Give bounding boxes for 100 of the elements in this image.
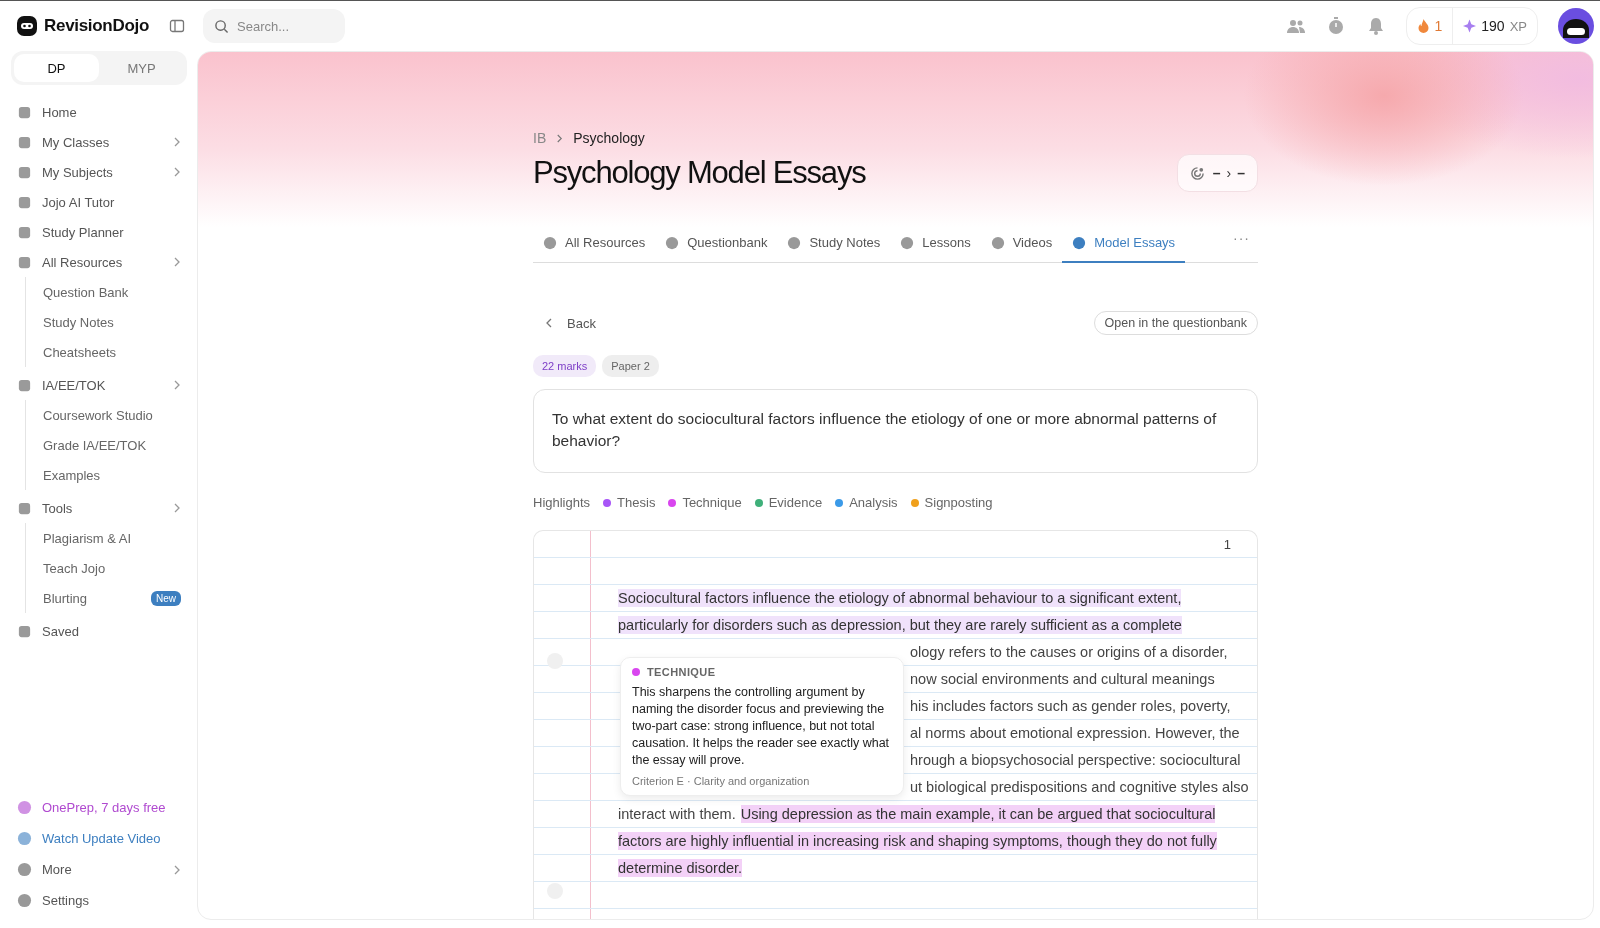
nav-icon (17, 104, 32, 120)
breadcrumb-current: Psychology (573, 130, 645, 146)
nav-subitem[interactable]: Blurting New (43, 583, 187, 613)
essay-text: now social environments and cultural meanings (910, 670, 1215, 688)
tab[interactable]: All Resources (533, 224, 656, 263)
footer-item[interactable]: Settings (14, 885, 187, 916)
brand-name[interactable]: RevisionDojo (44, 16, 150, 36)
xp-counter[interactable]: 190 XP (1453, 18, 1537, 34)
page-title: Psychology Model Essays (533, 155, 866, 191)
nav-item[interactable]: Study Planner (14, 217, 187, 247)
footer-icon (17, 800, 32, 815)
essay-text: factors are highly influential in increasing risk and shaping symptoms, though they do not fully (618, 832, 1217, 850)
tab[interactable]: Model Essays (1062, 224, 1186, 263)
footer-icon (17, 831, 32, 846)
nav-icon (17, 377, 32, 393)
binder-hole (547, 883, 563, 899)
nav-icon (17, 623, 32, 639)
binder-hole (547, 653, 563, 669)
essay-text: Sociocultural factors influence the etiology of abnormal behaviour to a significant extent, (618, 589, 1182, 607)
level-tab[interactable]: MYP (99, 54, 184, 82)
essay-text: Using depression as the main example, it can be argued that sociocultural (740, 805, 1216, 823)
nav-icon (17, 164, 32, 180)
footer-item[interactable]: OnePrep, 7 days free (14, 792, 187, 823)
nav-item[interactable]: IA/EE/TOK (14, 370, 187, 400)
level-tab[interactable]: DP (14, 54, 99, 82)
nav-item[interactable]: All Resources (14, 247, 187, 277)
sparkle-icon (1463, 19, 1477, 33)
new-badge: New (151, 590, 181, 606)
nav-icon (17, 134, 32, 150)
question-text: To what extent do sociocultural factors influence the etiology of one or more abnormal patterns of behavior? (533, 389, 1258, 473)
nav-subitem[interactable]: Question Bank (43, 277, 187, 307)
chevron-icon (173, 167, 181, 177)
essay-text: ology refers to the causes or origins of a disorder, (910, 643, 1228, 661)
tab[interactable]: Study Notes (777, 224, 891, 263)
nav-subitem[interactable]: Coursework Studio (43, 400, 187, 430)
nav-icon (17, 224, 32, 240)
tab-icon (990, 235, 1005, 250)
tab-icon (543, 235, 557, 250)
nav-subitem[interactable]: Cheatsheets (43, 337, 187, 367)
tab[interactable]: Questionbank (655, 224, 778, 263)
essay-text: interact with them. (618, 805, 736, 823)
chevron-icon (173, 503, 181, 513)
legend-item[interactable]: Evidence (768, 495, 823, 510)
nav-item[interactable]: My Classes (14, 127, 187, 157)
avatar[interactable] (1558, 8, 1594, 44)
nav-item[interactable]: Saved (14, 616, 187, 646)
chevron-icon (173, 864, 181, 875)
nav-subitem[interactable]: Plagiarism & AI (43, 523, 187, 553)
tag: 22 marks (533, 355, 597, 377)
search-icon (214, 19, 229, 34)
chevron-icon (173, 257, 181, 267)
nav-subitem[interactable]: Examples (43, 460, 187, 490)
sidebar-toggle-icon[interactable] (169, 18, 186, 34)
tag: Paper 2 (602, 355, 659, 377)
tooltip-text: This sharpens the controlling argument by naming the disorder focus and previewing the two-part case: strong influence, but not total causation. It helps the reader see exactly what the essay will prove. (632, 684, 891, 769)
tab-icon (787, 235, 802, 250)
footer-icon (17, 893, 32, 908)
essay-text: particularly for disorders such as depression, but they are rarely sufficient as a complete (618, 616, 1182, 634)
people-icon[interactable] (1285, 17, 1306, 35)
flame-icon (1416, 19, 1430, 33)
tab-icon (900, 235, 915, 250)
chevron-icon (173, 137, 181, 147)
nav-item[interactable]: My Subjects (14, 157, 187, 187)
essay-text: determine disorder. (618, 859, 743, 877)
nav-icon (17, 500, 32, 516)
legend-item[interactable]: Technique (682, 495, 742, 510)
open-questionbank-button[interactable]: Open in the questionbank (1093, 311, 1258, 335)
nav-subitem[interactable]: Grade IA/EE/TOK (43, 430, 187, 460)
legend-item[interactable]: Signposting (924, 495, 993, 510)
nav-item[interactable]: Home (14, 97, 187, 127)
nav-subitem[interactable]: Teach Jojo (43, 553, 187, 583)
tab[interactable]: Lessons (890, 224, 981, 263)
nav-item[interactable]: Tools (14, 493, 187, 523)
tab[interactable]: Videos (980, 224, 1063, 263)
nav-subitem[interactable]: Study Notes (43, 307, 187, 337)
page-number: 1 (1223, 536, 1231, 552)
nav-item[interactable]: Jojo AI Tutor (14, 187, 187, 217)
essay-text: ut biological predispositions and cognitive styles also (910, 778, 1249, 796)
grade-widget[interactable]: – › – (1176, 154, 1258, 192)
chevron-icon (556, 133, 564, 143)
footer-item[interactable]: Watch Update Video (14, 823, 187, 854)
footer-item[interactable]: More (14, 854, 187, 885)
legend-item[interactable]: Thesis (617, 495, 656, 510)
logo-icon (16, 15, 38, 37)
back-button[interactable]: Back (533, 311, 608, 335)
chevron-icon (173, 380, 181, 390)
tab-icon (665, 235, 680, 250)
tab-icon (1072, 235, 1087, 250)
footer-icon (17, 862, 32, 877)
essay-text: al norms about emotional expression. However, the (910, 724, 1240, 742)
target-icon (1189, 165, 1205, 181)
essay-text: his includes factors such as gender roles, poverty, (910, 697, 1231, 715)
legend-item[interactable]: Analysis (849, 495, 898, 510)
back-chevron-icon (545, 318, 553, 328)
essay-text: hrough a biopsychosocial perspective: sociocultural (910, 751, 1241, 769)
more-menu[interactable]: ··· (1233, 224, 1258, 262)
tooltip-label: TECHNIQUE (647, 666, 716, 678)
nav-icon (17, 254, 32, 270)
search-field[interactable]: Search... (203, 9, 345, 43)
tooltip-criterion: Criterion E · Clarity and organization (632, 775, 811, 787)
